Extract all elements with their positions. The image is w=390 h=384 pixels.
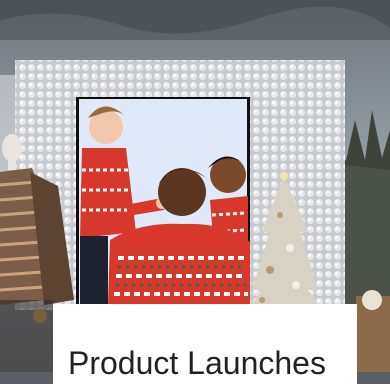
caption-title: Product Launches: [68, 345, 326, 381]
background-trees: [340, 160, 390, 310]
poster-display: [76, 97, 250, 307]
